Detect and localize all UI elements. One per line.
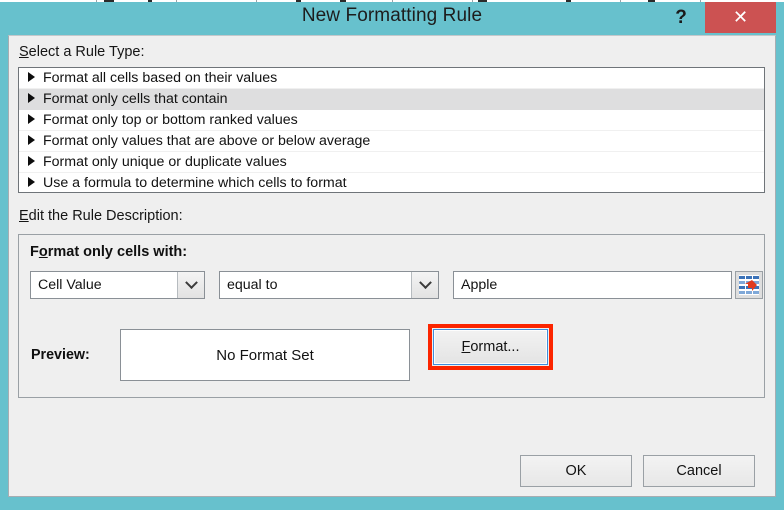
rule-type-label: Select a Rule Type: xyxy=(19,44,145,60)
list-item[interactable]: Format only values that are above or bel… xyxy=(19,131,764,152)
dialog-titlebar: New Formatting Rule ? ✕ xyxy=(8,2,776,35)
operand-select[interactable]: Cell Value xyxy=(30,271,205,299)
operand-select-value: Cell Value xyxy=(38,277,102,293)
dialog-body: Select a Rule Type: Format all cells bas… xyxy=(8,35,776,497)
format-only-cells-with-label: Format only cells with: xyxy=(30,244,188,260)
list-item-label: Format only values that are above or bel… xyxy=(43,133,371,149)
cancel-button[interactable]: Cancel xyxy=(643,455,755,487)
triangle-right-icon xyxy=(28,72,35,83)
range-select-glyph xyxy=(739,275,759,295)
list-item[interactable]: Format only unique or duplicate values xyxy=(19,152,764,173)
list-item-label: Format only unique or duplicate values xyxy=(43,154,287,170)
triangle-right-icon xyxy=(28,177,35,188)
new-formatting-rule-dialog: New Formatting Rule ? ✕ Select a Rule Ty… xyxy=(0,2,784,510)
value-input[interactable]: Apple xyxy=(453,271,732,299)
list-item-label: Format all cells based on their values xyxy=(43,70,278,86)
format-button[interactable]: Format... xyxy=(433,329,548,365)
preview-label: Preview: xyxy=(31,347,90,363)
operator-select[interactable]: equal to xyxy=(219,271,439,299)
range-select-icon[interactable] xyxy=(735,271,763,299)
help-icon[interactable]: ? xyxy=(668,4,694,32)
preview-text: No Format Set xyxy=(216,346,314,364)
triangle-right-icon xyxy=(28,156,35,167)
list-item-label: Format only cells that contain xyxy=(43,91,228,107)
list-item[interactable]: Format only top or bottom ranked values xyxy=(19,110,764,131)
rule-description-group: Format only cells with: Cell Value equal… xyxy=(18,234,765,398)
triangle-right-icon xyxy=(28,114,35,125)
list-item-label: Format only top or bottom ranked values xyxy=(43,112,298,128)
list-item[interactable]: Use a formula to determine which cells t… xyxy=(19,173,764,192)
close-icon[interactable]: ✕ xyxy=(705,2,776,33)
list-item[interactable]: Format all cells based on their values xyxy=(19,68,764,89)
dialog-title: New Formatting Rule xyxy=(301,5,483,26)
chevron-down-icon[interactable] xyxy=(177,272,204,298)
list-item[interactable]: Format only cells that contain xyxy=(19,89,764,110)
ok-button[interactable]: OK xyxy=(520,455,632,487)
value-input-text: Apple xyxy=(461,277,498,293)
triangle-right-icon xyxy=(28,135,35,146)
operator-select-value: equal to xyxy=(227,277,278,293)
rule-description-label: Edit the Rule Description: xyxy=(19,208,183,224)
triangle-right-icon xyxy=(28,93,35,104)
preview-box: No Format Set xyxy=(120,329,410,381)
rule-type-listbox[interactable]: Format all cells based on their values F… xyxy=(18,67,765,193)
chevron-down-icon[interactable] xyxy=(411,272,438,298)
list-item-label: Use a formula to determine which cells t… xyxy=(43,175,347,191)
